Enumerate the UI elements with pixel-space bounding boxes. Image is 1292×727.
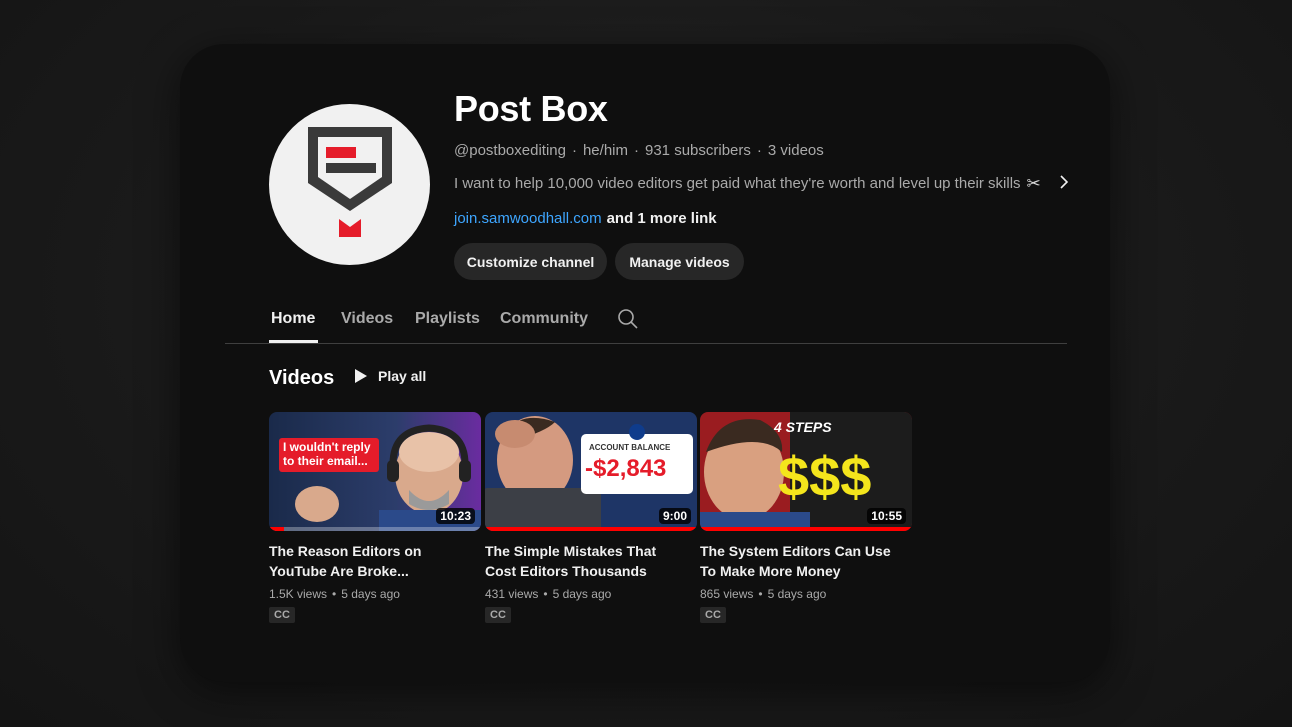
cc-badge: CC xyxy=(700,607,726,623)
search-icon[interactable] xyxy=(617,308,639,330)
channel-link[interactable]: join.samwoodhall.com xyxy=(454,210,602,227)
channel-pronouns: he/him xyxy=(582,142,628,159)
channel-links: join.samwoodhall.com and 1 more link xyxy=(454,210,717,227)
video-duration: 10:23 xyxy=(436,508,475,524)
watch-progress xyxy=(485,527,697,531)
video-thumbnail[interactable]: I wouldn't reply to their email... 10:23 xyxy=(269,412,481,531)
upload-age: 5 days ago xyxy=(767,587,827,601)
meta-separator: · xyxy=(571,142,577,159)
video-title[interactable]: The System Editors Can Use To Make More … xyxy=(700,541,900,581)
thumb-caption: I wouldn't reply xyxy=(283,440,371,454)
manage-videos-button[interactable]: Manage videos xyxy=(615,243,744,280)
description-text: I want to help 10,000 video editors get … xyxy=(454,175,1021,192)
tab-community[interactable]: Community xyxy=(500,310,588,328)
channel-handle: @postboxediting xyxy=(454,142,566,159)
cc-badge: CC xyxy=(269,607,295,623)
channel-name: Post Box xyxy=(454,88,608,129)
view-count: 1.5K views xyxy=(269,587,328,601)
thumb-caption: to their email... xyxy=(283,454,368,468)
upload-age: 5 days ago xyxy=(341,587,400,601)
view-count: 431 views xyxy=(485,587,539,601)
meta-separator: · xyxy=(756,142,762,159)
video-title[interactable]: The Simple Mistakes That Cost Editors Th… xyxy=(485,541,685,581)
video-thumbnail[interactable]: ACCOUNT BALANCE -$2,843 9:00 xyxy=(485,412,697,531)
cc-badge: CC xyxy=(485,607,511,623)
customize-channel-button[interactable]: Customize channel xyxy=(454,243,607,280)
watch-progress xyxy=(700,527,912,531)
channel-tabs: Home Videos Playlists Community xyxy=(225,300,1067,344)
channel-description[interactable]: I want to help 10,000 video editors get … xyxy=(454,173,1069,194)
tab-home[interactable]: Home xyxy=(271,310,315,328)
channel-avatar[interactable] xyxy=(269,104,430,265)
more-links-button[interactable]: and 1 more link xyxy=(607,210,717,227)
upload-age: 5 days ago xyxy=(552,587,612,601)
video-title[interactable]: The Reason Editors on YouTube Are Broke.… xyxy=(269,541,469,581)
watch-progress-track xyxy=(269,527,481,531)
subscriber-count: 931 subscribers xyxy=(645,142,751,159)
thumb-caption: 4 STEPS xyxy=(773,419,832,435)
video-card[interactable]: I wouldn't reply to their email... 10:23… xyxy=(269,412,481,623)
meta-dot: • xyxy=(543,587,548,601)
watch-progress xyxy=(269,527,284,531)
meta-dot: • xyxy=(758,587,763,601)
video-thumbnail[interactable]: 4 STEPS $$$ 10:55 xyxy=(700,412,912,531)
video-card[interactable]: ACCOUNT BALANCE -$2,843 9:00 The Simple … xyxy=(485,412,697,623)
chevron-right-icon[interactable] xyxy=(1059,173,1069,194)
channel-meta: @postboxediting · he/him · 931 subscribe… xyxy=(454,142,824,159)
video-meta: 1.5K views • 5 days ago xyxy=(269,587,481,601)
tab-videos[interactable]: Videos xyxy=(341,310,393,328)
thumb-caption: -$2,843 xyxy=(585,455,666,482)
video-meta: 865 views • 5 days ago xyxy=(700,587,912,601)
video-meta: 431 views • 5 days ago xyxy=(485,587,697,601)
video-duration: 10:55 xyxy=(867,508,906,524)
tab-playlists[interactable]: Playlists xyxy=(415,310,480,328)
video-card[interactable]: 4 STEPS $$$ 10:55 The System Editors Can… xyxy=(700,412,912,623)
thumb-caption: $$$ xyxy=(778,445,871,508)
play-icon xyxy=(355,369,367,383)
video-count: 3 videos xyxy=(767,142,824,159)
play-all-label: Play all xyxy=(378,368,427,384)
videos-section-title: Videos xyxy=(269,367,335,389)
scissors-icon: ✂ xyxy=(1026,173,1041,193)
meta-dot: • xyxy=(332,587,337,601)
thumb-caption: ACCOUNT BALANCE xyxy=(589,443,671,452)
post-box-logo xyxy=(307,126,392,237)
video-duration: 9:00 xyxy=(658,508,691,524)
play-all-button[interactable]: Play all xyxy=(354,368,426,384)
view-count: 865 views xyxy=(700,587,754,601)
active-tab-indicator xyxy=(269,340,318,343)
meta-separator: · xyxy=(634,142,639,159)
